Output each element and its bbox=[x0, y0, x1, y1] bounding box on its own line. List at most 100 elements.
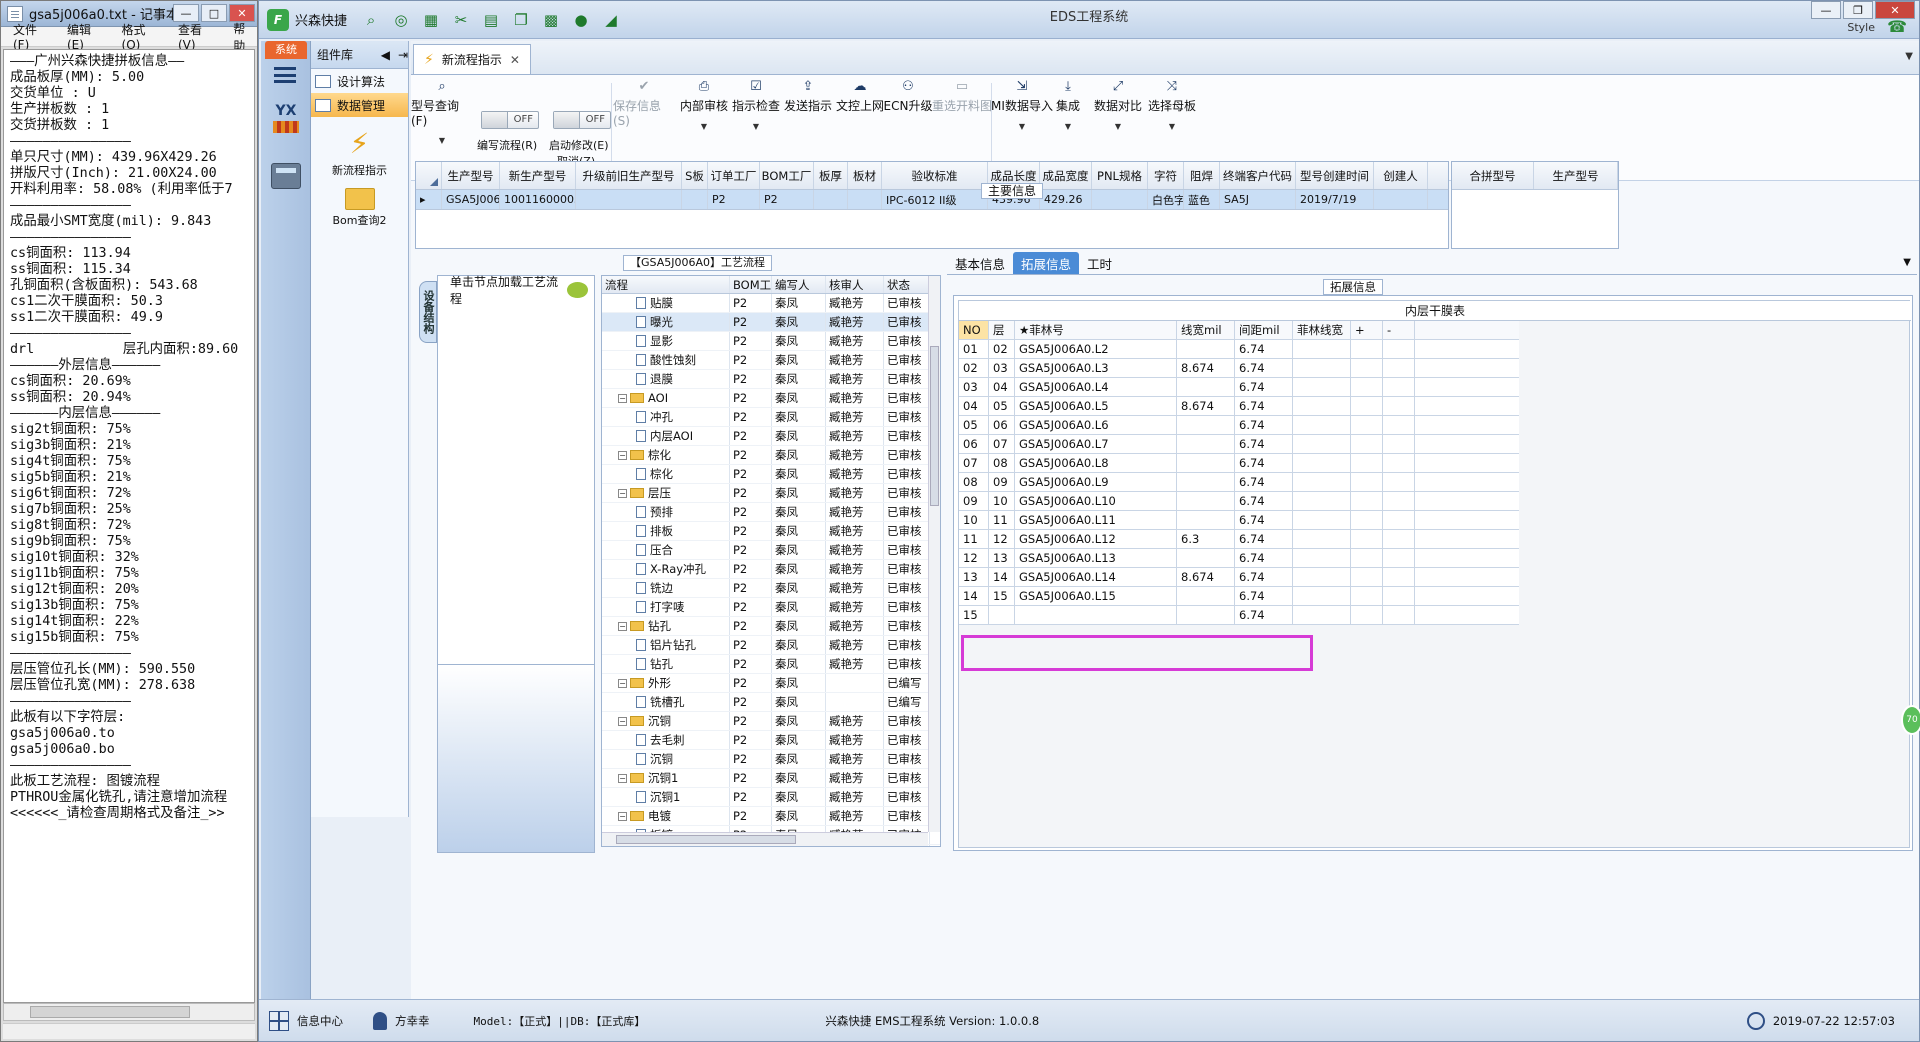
scroll-thumb[interactable] bbox=[30, 1006, 190, 1018]
column-header[interactable]: 验收标准 bbox=[882, 162, 988, 189]
grid-cell[interactable]: 02 bbox=[989, 340, 1015, 358]
grid-cell[interactable]: 6.74 bbox=[1235, 416, 1293, 434]
column-header[interactable]: BOM工厂 bbox=[760, 162, 814, 189]
table-row[interactable]: − 钻孔 P2 秦凤 臧艳芳 已审核 bbox=[602, 617, 940, 636]
model-query-button[interactable]: ⌕ 型号查询(F) ▼ bbox=[411, 79, 473, 145]
grid-cell[interactable] bbox=[1351, 511, 1383, 529]
grid-cell[interactable] bbox=[1351, 473, 1383, 491]
grid-cell[interactable]: GSA5J006A0.L15 bbox=[1015, 587, 1177, 605]
grid-cell[interactable] bbox=[1293, 530, 1351, 548]
column-header[interactable]: 状态 bbox=[884, 276, 930, 293]
grid-cell[interactable] bbox=[1383, 473, 1415, 491]
table-row[interactable]: 02 03 GSA5J006A0.L3 8.674 6.74 bbox=[959, 359, 1519, 378]
save-info-button[interactable]: ✔ 保存信息(S) bbox=[613, 79, 675, 128]
table-row[interactable]: 冲孔 P2 秦凤 臧艳芳 已审核 bbox=[602, 408, 940, 427]
close-icon[interactable]: ✕ bbox=[510, 53, 520, 67]
column-header[interactable]: 线宽mil bbox=[1177, 321, 1235, 339]
film-icon[interactable]: ▤ bbox=[479, 8, 503, 32]
grid-cell[interactable] bbox=[989, 606, 1015, 624]
tab-work-hours[interactable]: 工时 bbox=[1079, 252, 1120, 274]
grid-cell[interactable]: GSA5J006A0.L4 bbox=[1015, 378, 1177, 396]
column-header[interactable]: ★菲林号 bbox=[1015, 321, 1177, 339]
grid-cell[interactable]: 6.74 bbox=[1235, 435, 1293, 453]
app-minimize-button[interactable]: — bbox=[1811, 1, 1841, 19]
grid-cell[interactable] bbox=[1351, 587, 1383, 605]
column-header[interactable]: PNL规格 bbox=[1092, 162, 1148, 189]
data-compare-button[interactable]: ⤢ 数据对比 ▼ bbox=[1087, 79, 1149, 131]
table-row[interactable]: 10 11 GSA5J006A0.L11 6.74 bbox=[959, 511, 1519, 530]
chart-icon[interactable]: ◢ bbox=[599, 8, 623, 32]
grid-cell[interactable]: 6.74 bbox=[1235, 473, 1293, 491]
grid-cell[interactable]: GSA5J006A0.L3 bbox=[1015, 359, 1177, 377]
grid-cell[interactable] bbox=[1383, 397, 1415, 415]
grid-cell[interactable] bbox=[1177, 473, 1235, 491]
phone-icon[interactable]: ☎ bbox=[1887, 17, 1907, 36]
column-header[interactable]: 生产型号 bbox=[1534, 162, 1618, 189]
column-header[interactable]: 成品宽度 bbox=[1040, 162, 1092, 189]
select-mother-board-button[interactable]: ⤨ 选择母板 ▼ bbox=[1141, 79, 1203, 131]
grid-cell[interactable] bbox=[1383, 416, 1415, 434]
expand-icon[interactable]: − bbox=[618, 393, 627, 403]
grid-cell[interactable] bbox=[1293, 492, 1351, 510]
notepad-hscrollbar[interactable] bbox=[3, 1003, 255, 1021]
column-header[interactable]: 层 bbox=[989, 321, 1015, 339]
table-row[interactable]: 09 10 GSA5J006A0.L10 6.74 bbox=[959, 492, 1519, 511]
grid-cell[interactable]: GSA5J006A0.L2 bbox=[1015, 340, 1177, 358]
grid-cell[interactable] bbox=[1383, 359, 1415, 377]
grid-cell[interactable] bbox=[1383, 568, 1415, 586]
expand-icon[interactable]: − bbox=[618, 450, 627, 460]
grid-cell[interactable] bbox=[1177, 340, 1235, 358]
column-header[interactable]: 板厚 bbox=[814, 162, 848, 189]
yx-module[interactable]: YX bbox=[267, 103, 305, 145]
table-row[interactable]: 贴膜 P2 秦凤 臧艳芳 已审核 bbox=[602, 294, 940, 313]
grid-cell[interactable]: 01 bbox=[959, 340, 989, 358]
grid-cell[interactable]: GSA5J006A0.L5 bbox=[1015, 397, 1177, 415]
chevron-down-icon[interactable]: ▼ bbox=[1905, 51, 1913, 62]
table-row[interactable]: 曝光 P2 秦凤 臧艳芳 已审核 bbox=[602, 313, 940, 332]
grid-cell[interactable] bbox=[1177, 454, 1235, 472]
grid-cell[interactable] bbox=[1383, 587, 1415, 605]
table-row[interactable]: 04 05 GSA5J006A0.L5 8.674 6.74 bbox=[959, 397, 1519, 416]
notepad-text-area[interactable]: ———广州兴森快捷拼板信息—— 成品板厚(MM): 5.00 交货单位 : U 生产拼… bbox=[3, 49, 255, 1003]
table-row[interactable]: 07 08 GSA5J006A0.L8 6.74 bbox=[959, 454, 1519, 473]
table-row[interactable]: 沉铜1 P2 秦凤 臧艳芳 已审核 bbox=[602, 788, 940, 807]
table-row[interactable]: 沉铜 P2 秦凤 臧艳芳 已审核 bbox=[602, 750, 940, 769]
reselect-cutting-button[interactable]: ▭ 重选开料图 bbox=[931, 79, 993, 114]
collapse-icon[interactable]: ◀ bbox=[381, 48, 390, 62]
table-row[interactable]: 08 09 GSA5J006A0.L9 6.74 bbox=[959, 473, 1519, 492]
grid-cell[interactable] bbox=[1383, 606, 1415, 624]
grid-cell[interactable] bbox=[1293, 378, 1351, 396]
calculator-icon[interactable] bbox=[271, 163, 301, 189]
grid-cell[interactable] bbox=[1177, 549, 1235, 567]
grid-cell[interactable]: 02 bbox=[959, 359, 989, 377]
column-header[interactable]: 型号创建时间 bbox=[1296, 162, 1374, 189]
grid-cell[interactable]: 05 bbox=[989, 397, 1015, 415]
table-row[interactable]: 铝片钻孔 P2 秦凤 臧艳芳 已审核 bbox=[602, 636, 940, 655]
grid-cell[interactable]: 6.74 bbox=[1235, 492, 1293, 510]
tab-extended-info[interactable]: 拓展信息 bbox=[1013, 252, 1080, 274]
column-header[interactable]: 创建人 bbox=[1374, 162, 1428, 189]
table-row[interactable]: 铣槽孔 P2 秦凤 已编写 bbox=[602, 693, 940, 712]
table-row[interactable]: 13 14 GSA5J006A0.L14 8.674 6.74 bbox=[959, 568, 1519, 587]
grid-cell[interactable] bbox=[1177, 416, 1235, 434]
table-row[interactable]: − AOI P2 秦凤 臧艳芳 已审核 bbox=[602, 389, 940, 408]
grid-cell[interactable] bbox=[1293, 606, 1351, 624]
grid-cell[interactable] bbox=[1351, 359, 1383, 377]
search-icon[interactable]: ⌕ bbox=[359, 8, 383, 32]
scroll-thumb[interactable] bbox=[616, 835, 796, 844]
grid-cell[interactable] bbox=[1293, 397, 1351, 415]
grid-cell[interactable]: 15 bbox=[989, 587, 1015, 605]
floating-badge[interactable]: 70 bbox=[1901, 705, 1920, 735]
table-row[interactable]: 03 04 GSA5J006A0.L4 6.74 bbox=[959, 378, 1519, 397]
grid-cell[interactable]: 05 bbox=[959, 416, 989, 434]
grid-cell[interactable] bbox=[1293, 435, 1351, 453]
table-row[interactable]: 退膜 P2 秦凤 臧艳芳 已审核 bbox=[602, 370, 940, 389]
column-header[interactable]: 升级前旧生产型号 bbox=[576, 162, 682, 189]
grid-cell[interactable]: 04 bbox=[989, 378, 1015, 396]
component-data-management[interactable]: 数据管理 bbox=[311, 93, 408, 117]
grid-cell[interactable]: 07 bbox=[989, 435, 1015, 453]
grid-cell[interactable]: 03 bbox=[959, 378, 989, 396]
grid-cell[interactable] bbox=[1351, 549, 1383, 567]
grid-cell[interactable]: GSA5J006A0.L9 bbox=[1015, 473, 1177, 491]
grid-cell[interactable] bbox=[1351, 568, 1383, 586]
